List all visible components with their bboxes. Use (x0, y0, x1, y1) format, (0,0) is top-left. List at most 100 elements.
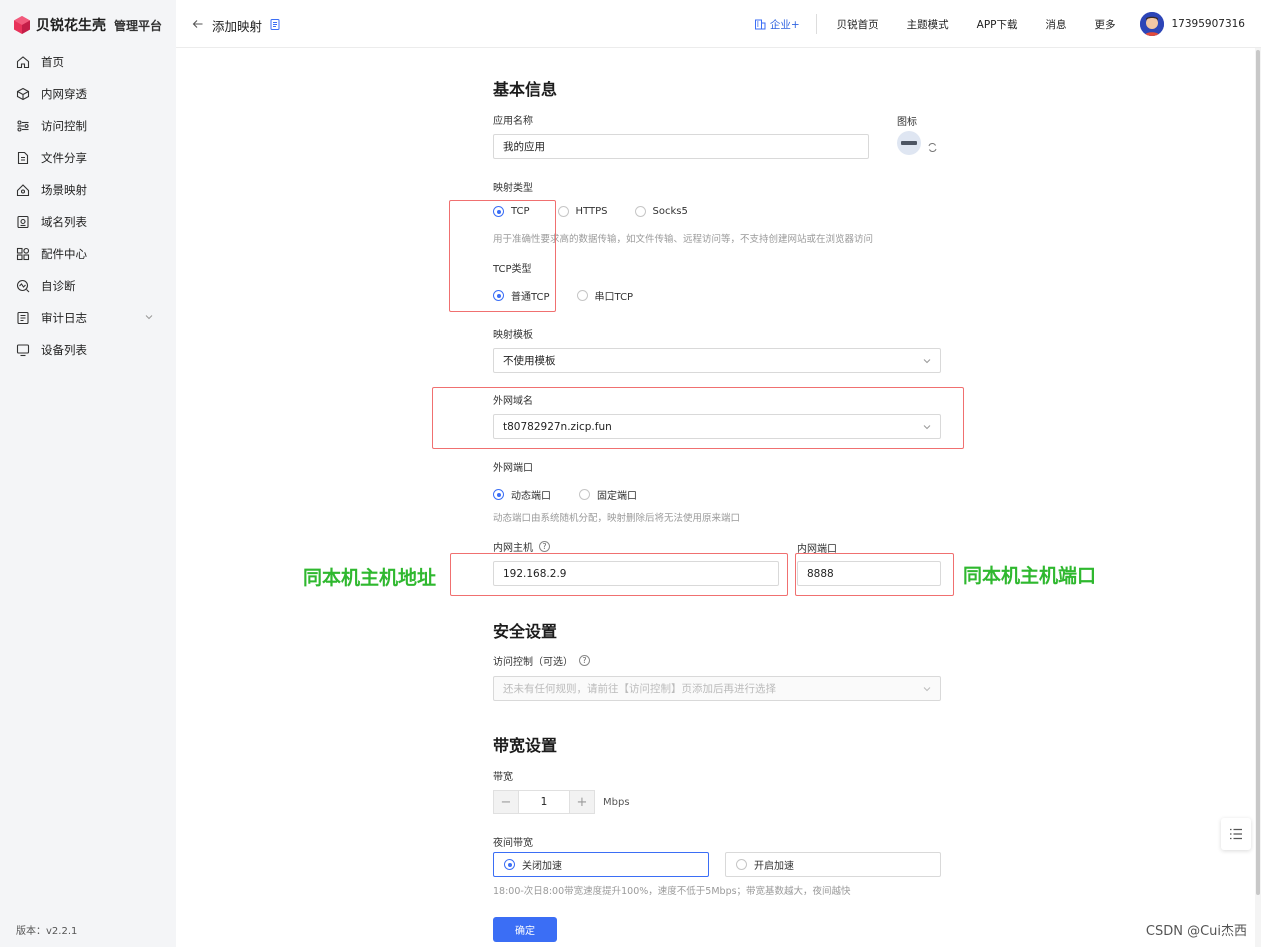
home-icon (16, 55, 30, 69)
app-download-link[interactable]: APP下载 (977, 17, 1018, 32)
template-label: 映射模板 (493, 330, 533, 341)
increment-button[interactable]: + (569, 790, 595, 814)
template-value: 不使用模板 (503, 355, 556, 367)
radio-https[interactable]: HTTPS (557, 206, 608, 217)
avatar[interactable] (1139, 12, 1164, 36)
sidebar: 贝锐花生壳 管理平台 首页 内网穿透 访问控制 文件分享 场景映射 域名列表 配… (0, 0, 176, 947)
theme-mode-link[interactable]: 主题模式 (907, 17, 949, 32)
port-type-radios: 动态端口 固定端口 (493, 487, 637, 502)
more-link[interactable]: 更多 (1095, 17, 1116, 32)
icon-label: 图标 (897, 117, 917, 128)
access-placeholder: 还未有任何规则，请前往【访问控制】页添加后再进行选择 (503, 683, 776, 695)
port-hint: 动态端口由系统随机分配，映射删除后将无法使用原来端口 (493, 513, 741, 524)
sidebar-nav: 首页 内网穿透 访问控制 文件分享 场景映射 域名列表 配件中心 自诊断 审计日… (0, 46, 176, 366)
scene-icon (16, 183, 30, 197)
sidebar-item-access-control[interactable]: 访问控制 (0, 110, 176, 142)
chevron-down-icon[interactable] (144, 312, 154, 325)
back-nav[interactable]: 添加映射 (192, 16, 280, 35)
enterprise-plus-link[interactable]: 企业+ (754, 17, 800, 32)
monitor-icon (16, 343, 30, 357)
header-nav: 企业+ 贝锐首页 主题模式 APP下载 消息 更多 17395907316 (726, 0, 1245, 48)
night-on-option[interactable]: 开启加速 (725, 852, 941, 877)
radio-label: HTTPS (575, 206, 608, 217)
decrement-button[interactable]: − (493, 790, 519, 814)
log-icon (16, 311, 30, 325)
radio-label: 动态端口 (511, 491, 551, 502)
building-icon (754, 19, 766, 30)
annotation-box-tcp (449, 200, 556, 312)
oray-home-link[interactable]: 贝锐首页 (837, 17, 879, 32)
radio-fixed-port[interactable]: 固定端口 (579, 487, 637, 502)
sidebar-item-domain-list[interactable]: 域名列表 (0, 206, 176, 238)
annotation-box-domain (432, 387, 964, 449)
radio-dot (736, 859, 747, 870)
night-bandwidth-label: 夜间带宽 (493, 838, 533, 849)
bandwidth-value[interactable]: 1 (519, 790, 569, 814)
sidebar-item-label: 文件分享 (41, 151, 87, 165)
bandwidth-unit: Mbps (603, 796, 630, 808)
logo[interactable]: 贝锐花生壳 管理平台 (12, 12, 162, 38)
radio-dynamic-port[interactable]: 动态端口 (493, 487, 551, 502)
radio-serial-tcp[interactable]: 串口TCP (576, 288, 633, 303)
access-control-select[interactable]: 还未有任何规则，请前往【访问控制】页添加后再进行选择 (493, 676, 941, 701)
sidebar-item-label: 自诊断 (41, 279, 76, 293)
version-label: 版本：v2.2.1 (16, 926, 78, 937)
sidebar-item-tunnel[interactable]: 内网穿透 (0, 78, 176, 110)
annotation-box-port (795, 553, 954, 596)
radio-label: 开启加速 (754, 861, 794, 872)
sidebar-item-label: 场景映射 (41, 183, 87, 197)
sidebar-item-self-diagnose[interactable]: 自诊断 (0, 270, 176, 302)
user-phone[interactable]: 17395907316 (1172, 18, 1246, 30)
radio-dot (557, 206, 569, 217)
scrollbar-thumb[interactable] (1256, 50, 1260, 895)
floating-list-button[interactable] (1221, 818, 1251, 850)
radio-label: Socks5 (652, 206, 688, 217)
radio-dot (579, 489, 590, 500)
section-title-security: 安全设置 (493, 622, 558, 641)
host-label-row: 内网主机 ? (493, 539, 550, 554)
radio-socks5[interactable]: Socks5 (634, 206, 688, 217)
sidebar-item-scene-map[interactable]: 场景映射 (0, 174, 176, 206)
list-icon (1230, 828, 1242, 840)
top-header: 添加映射 企业+ 贝锐首页 主题模式 APP下载 消息 更多 173959073… (176, 0, 1261, 48)
document-icon[interactable] (270, 18, 280, 33)
help-icon[interactable]: ? (579, 655, 590, 666)
sidebar-item-label: 设备列表 (41, 343, 87, 357)
bandwidth-label: 带宽 (493, 772, 513, 783)
app-icon-preview (901, 141, 917, 145)
help-icon[interactable]: ? (539, 541, 550, 552)
submit-button[interactable]: 确定 (493, 917, 557, 942)
sidebar-item-file-share[interactable]: 文件分享 (0, 142, 176, 174)
app-icon-picker[interactable] (897, 131, 921, 155)
port-label: 外网端口 (493, 463, 533, 474)
sidebar-item-label: 内网穿透 (41, 87, 87, 101)
sidebar-item-audit-log[interactable]: 审计日志 (0, 302, 176, 334)
file-share-icon (16, 151, 30, 165)
map-type-label: 映射类型 (493, 183, 533, 194)
app-name-input[interactable]: 我的应用 (493, 134, 869, 159)
sidebar-item-device-list[interactable]: 设备列表 (0, 334, 176, 366)
cube-icon (16, 87, 30, 101)
sidebar-item-accessory-center[interactable]: 配件中心 (0, 238, 176, 270)
domain-list-icon (16, 215, 30, 229)
messages-link[interactable]: 消息 (1046, 17, 1067, 32)
refresh-icon[interactable] (927, 142, 938, 156)
night-off-option[interactable]: 关闭加速 (493, 852, 709, 877)
sidebar-item-label: 首页 (41, 55, 64, 69)
annotation-host-note: 同本机主机地址 (303, 567, 437, 589)
radio-dot (493, 489, 504, 500)
chevron-down-icon (922, 356, 932, 369)
bandwidth-stepper: − 1 + Mbps (493, 790, 630, 814)
template-select[interactable]: 不使用模板 (493, 348, 941, 373)
logo-icon (14, 16, 30, 34)
sidebar-item-home[interactable]: 首页 (0, 46, 176, 78)
access-label: 访问控制（可选） (493, 657, 573, 668)
radio-dot (576, 290, 588, 301)
host-label: 内网主机 (493, 543, 533, 554)
section-title-bandwidth: 带宽设置 (493, 736, 558, 755)
annotation-box-host (450, 553, 788, 596)
header-divider (815, 14, 817, 34)
radio-label: 固定端口 (597, 491, 637, 502)
grid-icon (16, 247, 30, 261)
back-arrow-icon[interactable] (192, 18, 204, 33)
